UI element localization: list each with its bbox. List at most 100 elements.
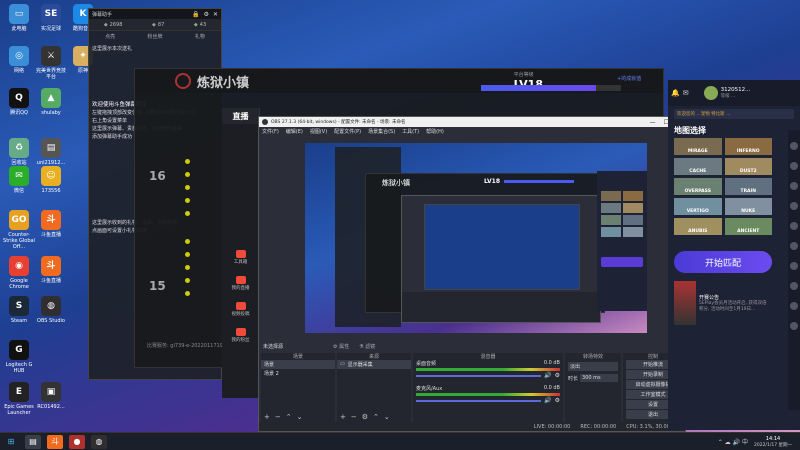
obs-menu-item[interactable]: 编辑(E)	[286, 128, 303, 135]
obs-titlebar[interactable]: OBS 27.1.3 (64-bit, windows) - 配置文件: 未命名…	[259, 117, 685, 127]
map-tile[interactable]: VERTIGO	[674, 198, 722, 215]
friend-avatar[interactable]	[790, 202, 798, 210]
transition-select[interactable]: 淡出	[568, 362, 618, 371]
friend-avatar[interactable]	[790, 302, 798, 310]
avatar[interactable]	[703, 86, 718, 100]
map-tile[interactable]: CACHE	[674, 158, 722, 175]
desktop-icon[interactable]: ☺ 173556	[34, 166, 68, 194]
source-item[interactable]: ▭ 显示器采集	[337, 360, 411, 369]
start-match-button[interactable]: 开始匹配	[674, 251, 772, 273]
mail-icon[interactable]: ✉	[683, 89, 689, 97]
desktop-icon[interactable]: G Logitech G HUB	[2, 340, 36, 374]
add-source-button[interactable]: +	[340, 413, 346, 421]
source-down-button[interactable]: ⌄	[384, 413, 390, 421]
friend-avatar[interactable]	[790, 322, 798, 330]
desktop-icon[interactable]: 斗斗鱼直播	[34, 210, 68, 238]
taskbar-obs[interactable]: ◍	[91, 434, 107, 449]
volume-icon[interactable]: 🔊	[544, 397, 551, 404]
desktop-icon[interactable]: ⚔ 完美世界竞技平台	[34, 46, 68, 80]
map-tile[interactable]: INFERNO	[724, 138, 772, 155]
desktop-icon[interactable]: 斗斗鱼直播	[34, 256, 68, 284]
map-tile[interactable]: ANCIENT	[724, 218, 772, 235]
source-up-button[interactable]: ⌃	[373, 413, 379, 421]
obs-menu-item[interactable]: 文件(F)	[262, 128, 279, 135]
obs-menu-item[interactable]: 工具(T)	[402, 128, 419, 135]
desktop-icon[interactable]: ◉ Google Chrome	[2, 256, 36, 290]
desktop-icon[interactable]: SE 实况足球	[34, 4, 68, 32]
friend-avatar[interactable]	[790, 242, 798, 250]
danmu-titlebar[interactable]: 弹幕助手 🔒 ⚙ ✕	[89, 9, 221, 19]
volume-slider[interactable]	[416, 374, 542, 377]
obs-menu-item[interactable]: 配置文件(P)	[334, 128, 361, 135]
danmu-stat[interactable]: ◆ 2698	[104, 22, 123, 28]
volume-slider[interactable]	[416, 399, 542, 402]
friend-avatar[interactable]	[790, 262, 798, 270]
obs-menu-item[interactable]: 场景集合(S)	[368, 128, 395, 135]
taskbar-app-3[interactable]: ●	[69, 434, 85, 449]
taskbar-douyu[interactable]: 斗	[47, 434, 63, 449]
obs-preview[interactable]: 炼狱小镇 LV18	[305, 143, 647, 333]
desktop-icon[interactable]: ✉ 微信	[2, 166, 36, 194]
friend-avatar[interactable]	[790, 142, 798, 150]
remove-source-button[interactable]: −	[351, 413, 357, 421]
danmu-subtab[interactable]: 礼物	[195, 33, 205, 40]
desktop-icon[interactable]: S Steam	[2, 296, 36, 324]
friend-avatar[interactable]	[790, 182, 798, 190]
desktop-icon[interactable]: ▣ RC01492...	[34, 382, 68, 410]
desktop-icon[interactable]: GO Counter-Strike Global Off...	[2, 210, 36, 250]
add-scene-button[interactable]: +	[264, 413, 270, 421]
douyu-side-item[interactable]: 我的粉丝	[222, 322, 259, 348]
source-settings-button[interactable]: ⚙	[362, 413, 368, 421]
danmu-stat[interactable]: ◆ 43	[194, 22, 206, 28]
scene-item[interactable]: 场景 2	[261, 369, 335, 378]
map-tile[interactable]: ANUBIS	[674, 218, 722, 235]
friend-avatar[interactable]	[790, 282, 798, 290]
desktop-icon[interactable]: ♻ 回收站	[2, 138, 36, 166]
obs-window[interactable]: OBS 27.1.3 (64-bit, windows) - 配置文件: 未命名…	[258, 116, 686, 432]
taskbar-app-1[interactable]: ▤	[25, 434, 41, 449]
douyu-item-icon	[235, 301, 246, 310]
douyu-side-item[interactable]: 工具箱	[222, 244, 259, 270]
danmu-subtab[interactable]: 点亮	[105, 33, 115, 40]
desktop-icon[interactable]: ▤ uni21912...	[34, 138, 68, 166]
csgo-panel[interactable]: 🔔 ✉ 3120512... 等级 ... 欢迎您的 ...宠物 特比斯 ...…	[668, 80, 800, 430]
desktop-icon[interactable]: Q 腾讯QQ	[2, 88, 36, 116]
start-button[interactable]: ⊞	[3, 435, 19, 449]
friend-avatar[interactable]	[790, 162, 798, 170]
duration-input[interactable]: 300 ms	[580, 374, 618, 382]
desktop-icon[interactable]: ◎ 网络	[2, 46, 36, 74]
scene-item[interactable]: 场景	[261, 360, 335, 369]
desktop-icon[interactable]: ▭ 此电脑	[2, 4, 36, 32]
filters-button[interactable]: ⚗ 滤镜	[359, 343, 375, 350]
douyu-side-item[interactable]: 我的直播	[222, 270, 259, 296]
settings-icon[interactable]: ⚙	[204, 11, 209, 18]
notification-icon[interactable]: 🔔	[671, 89, 680, 97]
properties-button[interactable]: ⚙ 属性	[333, 343, 349, 350]
douyu-side-item[interactable]: 视频投稿	[222, 296, 259, 322]
scene-up-button[interactable]: ⌃	[286, 413, 292, 421]
map-tile[interactable]: TRAIN	[724, 178, 772, 195]
desktop-icon[interactable]: E Epic Games Launcher	[2, 382, 36, 416]
desktop-icon[interactable]: ▲ shulaby	[34, 88, 68, 116]
obs-menu-item[interactable]: 帮助(H)	[426, 128, 444, 135]
scene-down-button[interactable]: ⌄	[297, 413, 303, 421]
obs-menu-item[interactable]: 视图(V)	[310, 128, 327, 135]
lock-icon[interactable]: 🔒	[192, 11, 199, 18]
gear-icon[interactable]: ⚙	[555, 397, 560, 404]
desktop-icon[interactable]: ◍ OBS Studio	[34, 296, 68, 324]
close-icon[interactable]: ✕	[213, 11, 218, 18]
map-tile[interactable]: NUKE	[724, 198, 772, 215]
danmu-subtab[interactable]: 粉丝牌	[147, 33, 162, 40]
map-tile[interactable]: DUST2	[724, 158, 772, 175]
news-image[interactable]	[674, 281, 696, 325]
news-title[interactable]: 开赛公告	[699, 294, 769, 301]
map-tile[interactable]: OVERPASS	[674, 178, 722, 195]
volume-icon[interactable]: 🔊	[544, 372, 551, 379]
tray-icons[interactable]: ⌃ ☁ 🔊 中	[718, 437, 748, 446]
gear-icon[interactable]: ⚙	[555, 372, 560, 379]
friend-avatar[interactable]	[790, 222, 798, 230]
remove-scene-button[interactable]: −	[275, 413, 281, 421]
minimize-button[interactable]: —	[650, 119, 656, 126]
map-tile[interactable]: MIRAGE	[674, 138, 722, 155]
danmu-stat[interactable]: ◆ 87	[152, 22, 164, 28]
